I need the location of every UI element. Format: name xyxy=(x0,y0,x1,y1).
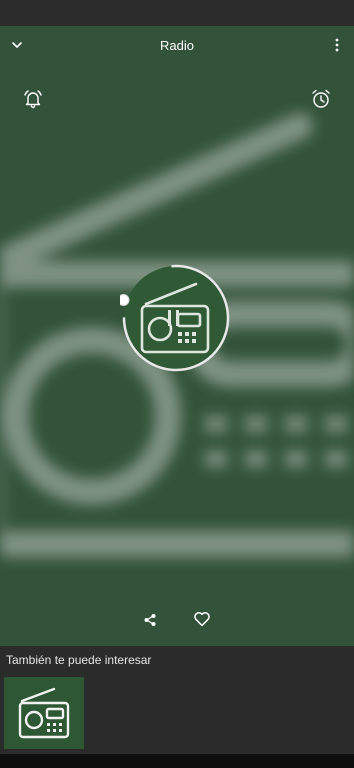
status-bar xyxy=(0,0,354,26)
share-icon[interactable] xyxy=(139,609,161,631)
radio-screen: Radio También te puede interesar xyxy=(0,0,354,768)
radio-icon xyxy=(18,687,70,739)
progress-handle[interactable] xyxy=(117,294,130,306)
page-title: Radio xyxy=(160,38,194,53)
system-navigation-bar xyxy=(0,754,354,768)
bell-icon[interactable] xyxy=(20,86,46,112)
app-bar: Radio xyxy=(0,26,354,66)
recommendations-title: También te puede interesar xyxy=(6,653,152,667)
more-vertical-icon[interactable] xyxy=(326,34,348,56)
alarm-clock-icon[interactable] xyxy=(308,86,334,112)
station-cover[interactable] xyxy=(117,262,232,374)
recommended-station[interactable] xyxy=(4,677,84,749)
heart-icon[interactable] xyxy=(190,607,214,631)
